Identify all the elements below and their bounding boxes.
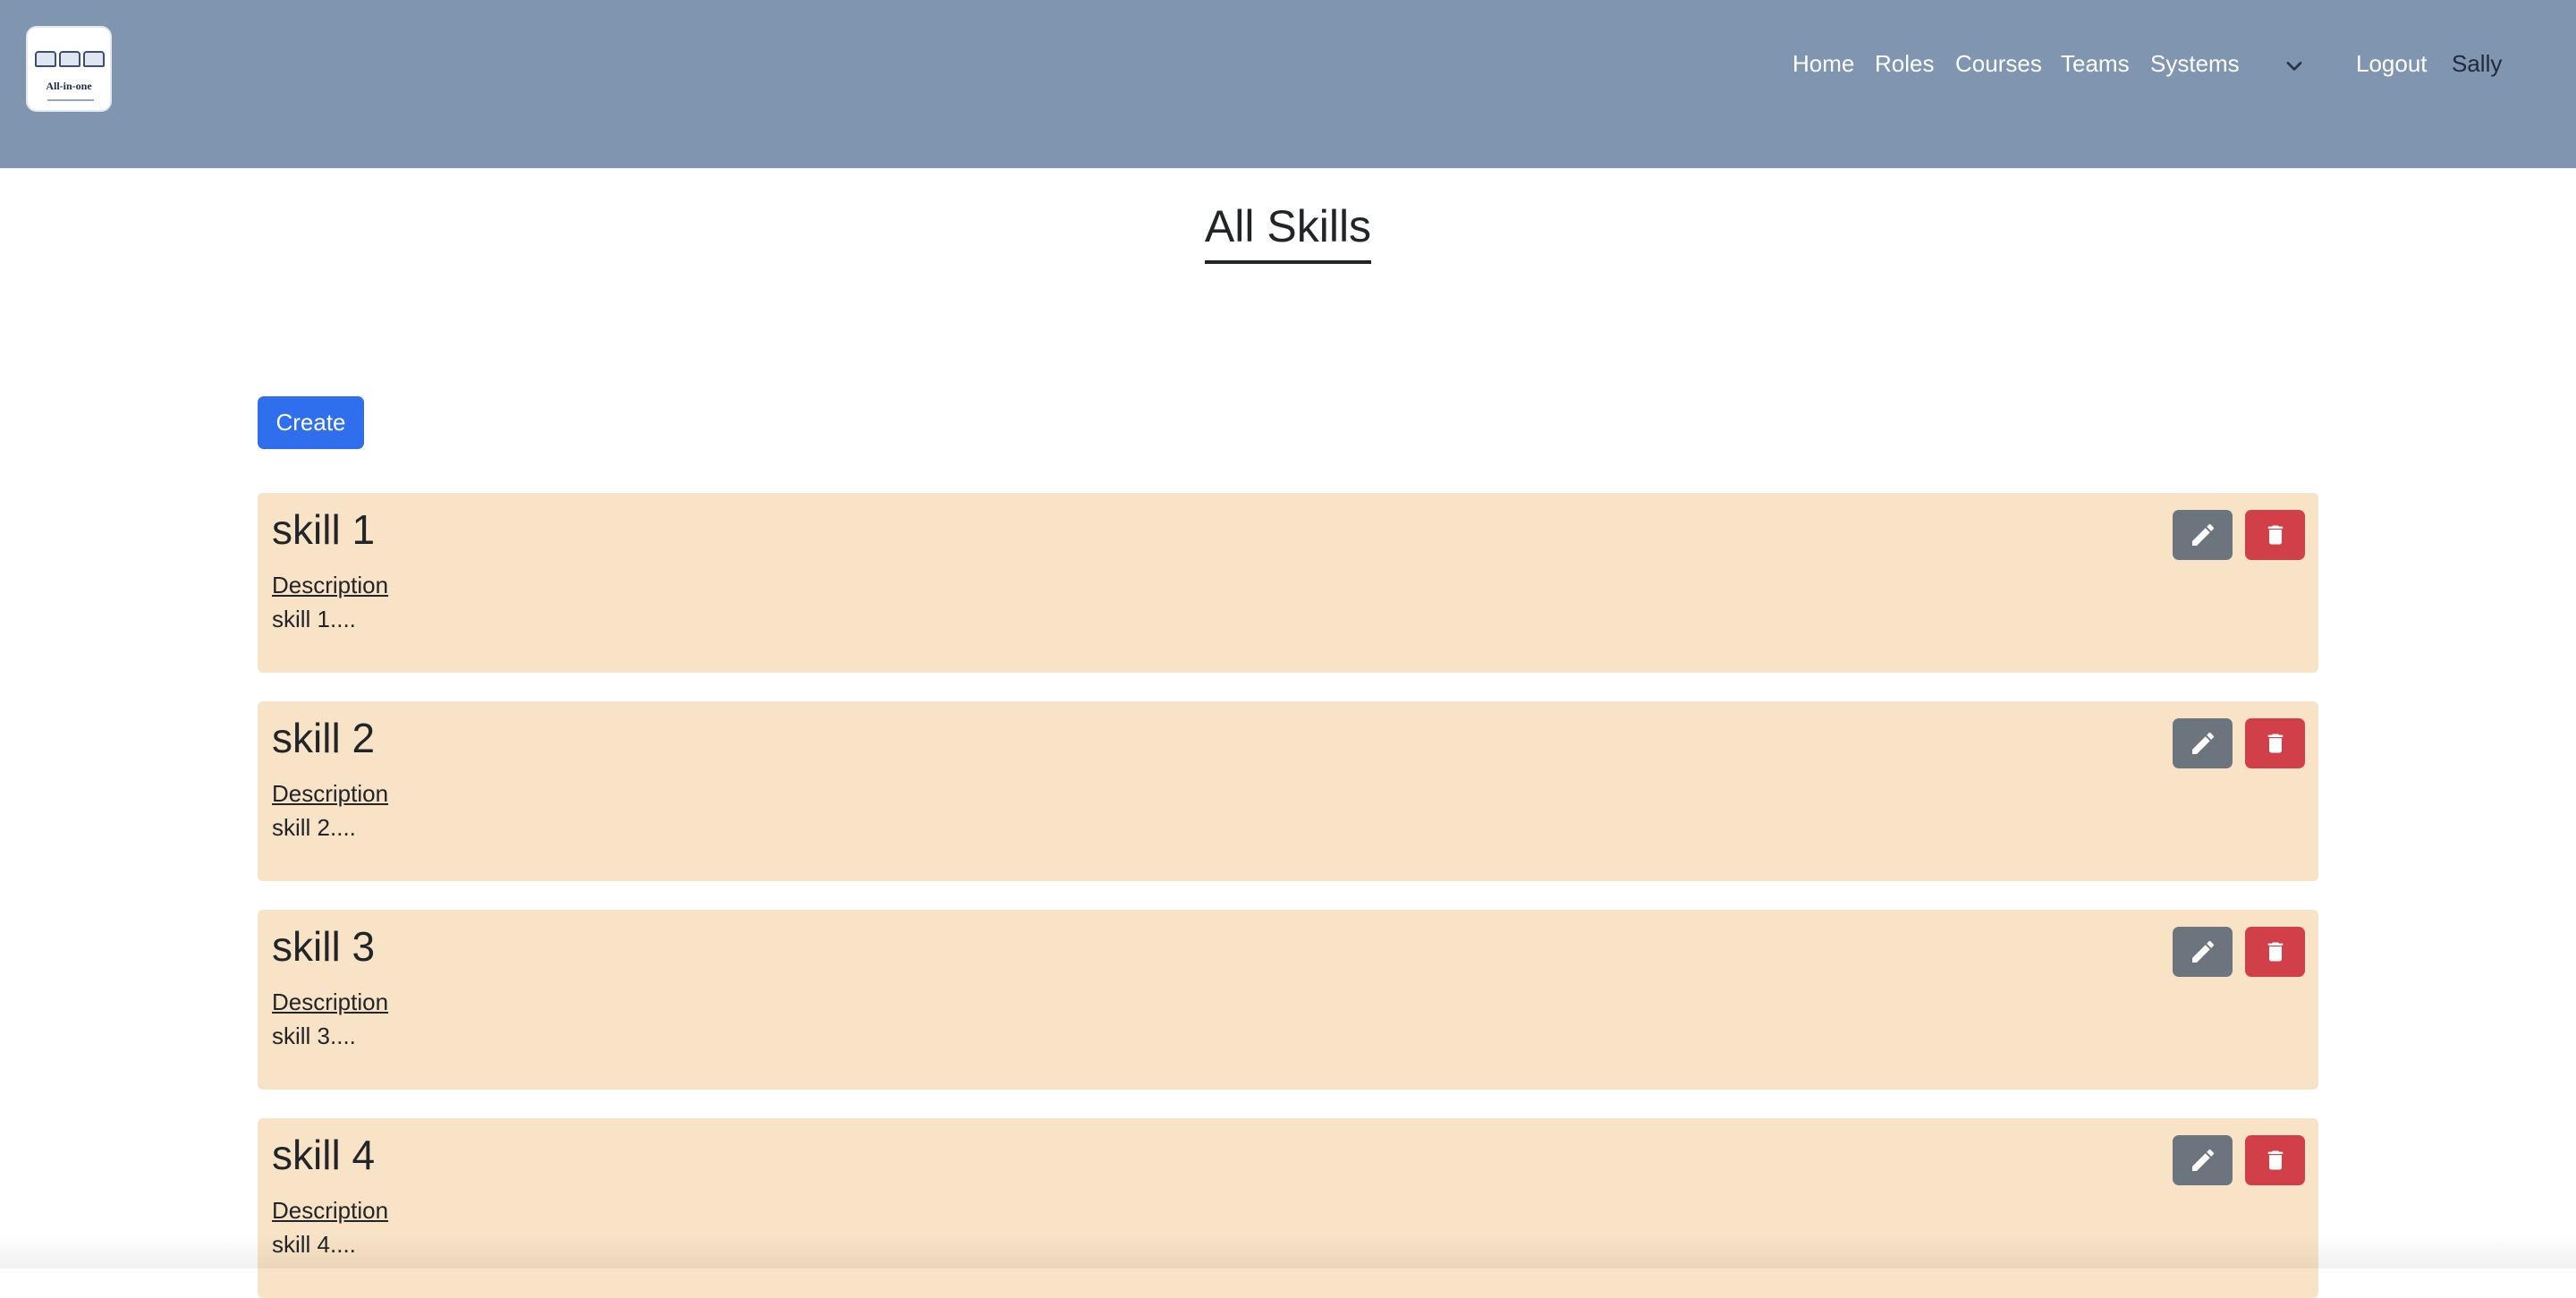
skill-name: skill 2 [272, 715, 376, 761]
logout-link[interactable]: Logout [2356, 50, 2428, 78]
delete-button[interactable] [2245, 1135, 2305, 1185]
skill-name: skill 3 [272, 923, 376, 970]
car-icon [83, 51, 105, 67]
skill-description: skill 1.... [272, 606, 356, 632]
skill-name: skill 1 [272, 506, 376, 553]
pencil-icon [2191, 1149, 2214, 1171]
skill-description: skill 3.... [272, 1022, 356, 1049]
nav-systems[interactable]: Systems [2150, 50, 2240, 78]
trash-icon [2267, 734, 2283, 753]
chevron-down-icon[interactable] [2282, 54, 2307, 79]
delete-button[interactable] [2245, 510, 2305, 560]
pencil-icon [2191, 940, 2214, 963]
car-icon [59, 51, 80, 67]
description-label: Description [272, 1197, 389, 1224]
scroll-fade [0, 1234, 2576, 1268]
logo[interactable]: All-in-one [26, 26, 112, 112]
description-label: Description [272, 572, 389, 598]
nav-roles[interactable]: Roles [1875, 50, 1934, 78]
skill-card: skill 4Descriptionskill 4.... [258, 1118, 2318, 1298]
logo-divider [47, 99, 94, 101]
delete-button[interactable] [2245, 927, 2305, 977]
description-label: Description [272, 988, 389, 1015]
skill-card: skill 3 Description skill 3.... [258, 910, 2318, 1090]
nav-home[interactable]: Home [1792, 50, 1854, 78]
skill-card: skill 1 Description skill 1.... [258, 493, 2318, 673]
trash-icon [2267, 525, 2283, 545]
page-title: All Skills [1204, 202, 1372, 264]
pencil-icon [2191, 523, 2214, 546]
edit-button[interactable] [2173, 1135, 2233, 1185]
create-button[interactable]: Create [258, 396, 364, 449]
delete-button[interactable] [2245, 718, 2305, 768]
skill-card: skill 2 Description skill 2.... [258, 701, 2318, 881]
edit-button[interactable] [2173, 510, 2233, 560]
trash-icon [2267, 1150, 2283, 1170]
edit-button[interactable] [2173, 927, 2233, 977]
car-icon [35, 51, 56, 67]
description-label: Description [272, 780, 389, 807]
pencil-icon [2191, 732, 2214, 754]
trash-icon [2267, 942, 2283, 962]
skill-name: skill 4 [272, 1132, 376, 1178]
nav-teams[interactable]: Teams [2061, 50, 2130, 78]
page-title-container: All Skills [0, 202, 2576, 264]
user-name: Sally [2452, 50, 2503, 77]
edit-button[interactable] [2173, 718, 2233, 768]
skill-description: skill 2.... [272, 814, 356, 841]
nav-courses[interactable]: Courses [1955, 50, 2042, 78]
logo-text: All-in-one [46, 80, 92, 92]
top-navbar: All-in-one Home Roles Courses Teams Syst… [0, 0, 2576, 168]
